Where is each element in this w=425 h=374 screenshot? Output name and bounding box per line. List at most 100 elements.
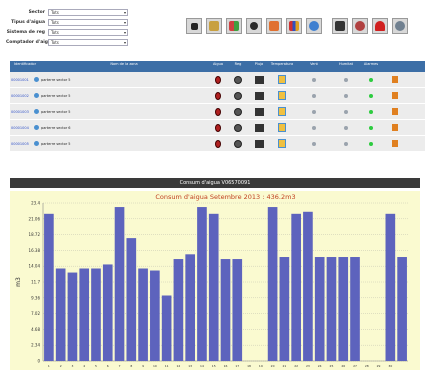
col-header-name[interactable]: Nom de la zona — [40, 61, 208, 72]
col-header-humitat[interactable]: Humitat — [334, 61, 358, 72]
toolbar — [186, 18, 408, 34]
sprinkler-icon[interactable] — [228, 91, 248, 100]
zone-name: parterre sector 5 — [41, 109, 71, 114]
col-header-alarmes[interactable]: Alarmes — [358, 61, 384, 72]
wind-status-dot — [334, 125, 358, 130]
water-type-select[interactable]: Tots ▾ — [48, 19, 128, 26]
zone-name: parterre sector 6 — [41, 125, 71, 130]
x-tick-label: 18 — [247, 364, 251, 368]
bar — [114, 207, 125, 361]
sprinkler-icon[interactable] — [228, 107, 248, 116]
table-row[interactable]: 00001003 parterre sector 5 — [10, 104, 425, 120]
water-drop-icon[interactable] — [208, 75, 228, 84]
col-header-aigua[interactable]: Aigua — [208, 61, 228, 72]
rain-icon[interactable] — [270, 139, 294, 148]
clock-icon — [309, 21, 319, 31]
map-button[interactable] — [226, 18, 242, 34]
water-drop-icon[interactable] — [208, 107, 228, 116]
bar — [220, 259, 231, 361]
bar — [173, 259, 184, 361]
stop-button[interactable] — [186, 18, 202, 34]
gauge-button[interactable] — [352, 18, 368, 34]
col-header-reg[interactable]: Reg — [228, 61, 248, 72]
info-icon[interactable] — [32, 93, 40, 98]
bar — [91, 268, 101, 361]
col-header-vent[interactable]: Vent — [294, 61, 334, 72]
col-header-temperatura[interactable]: Temperatura — [270, 61, 294, 72]
sprinkler-icon[interactable] — [228, 123, 248, 132]
valve-button[interactable] — [246, 18, 262, 34]
screen-button[interactable] — [332, 18, 348, 34]
tap-button[interactable] — [206, 18, 222, 34]
info-icon[interactable] — [32, 125, 40, 130]
sprinkler-icon[interactable] — [228, 139, 248, 148]
col-header-pluja[interactable]: Pluja — [248, 61, 270, 72]
zone-id-link[interactable]: 00001005 — [10, 142, 32, 146]
rain-icon[interactable] — [270, 107, 294, 116]
info-icon[interactable] — [32, 141, 40, 146]
irrigation-system-select[interactable]: Tots ▾ — [48, 29, 128, 36]
zone-id-link[interactable]: 00001002 — [10, 94, 32, 98]
x-tick-label: 11 — [165, 364, 169, 368]
info-icon[interactable] — [32, 109, 40, 114]
zone-id-link[interactable]: 00001001 — [10, 78, 32, 82]
table-row[interactable]: 00001002 parterre sector 5 — [10, 88, 425, 104]
col-header-id[interactable]: Identificador — [10, 61, 40, 72]
table-row[interactable]: 00001005 parterre sector 5 — [10, 136, 425, 152]
sprinkler-icon[interactable] — [228, 75, 248, 84]
alarm-icon[interactable] — [384, 124, 405, 131]
y-tick-label: 2.34 — [31, 343, 40, 348]
sector-select[interactable]: Tots ▾ — [48, 9, 128, 16]
bar — [197, 207, 207, 361]
table-row[interactable]: 00001004 parterre sector 6 — [10, 120, 425, 136]
bar — [126, 238, 137, 361]
bar — [291, 213, 301, 361]
x-tick-label: 27 — [353, 364, 357, 368]
zone-id-link[interactable]: 00001003 — [10, 110, 32, 114]
zone-name: parterre sector 5 — [41, 77, 71, 82]
x-tick-label: 4 — [83, 364, 85, 368]
alarm-icon[interactable] — [384, 92, 405, 99]
water-drop-icon[interactable] — [208, 123, 228, 132]
calendar-button[interactable] — [266, 18, 282, 34]
alarm-icon[interactable] — [384, 108, 405, 115]
zone-id-link[interactable]: 00001004 — [10, 126, 32, 130]
chart-button[interactable] — [286, 18, 302, 34]
bar — [44, 213, 54, 361]
bar — [338, 257, 349, 361]
wind-status-dot — [334, 109, 358, 114]
x-tick-label: 7 — [119, 364, 121, 368]
info-icon[interactable] — [32, 77, 40, 82]
table-row[interactable]: 00001001 parterre sector 5 — [10, 72, 425, 88]
valve-icon[interactable] — [248, 91, 270, 100]
rain-icon[interactable] — [270, 75, 294, 84]
valve-icon[interactable] — [248, 139, 270, 148]
rain-icon[interactable] — [270, 91, 294, 100]
x-tick-label: 2 — [60, 364, 62, 368]
valve-icon[interactable] — [248, 123, 270, 132]
y-tick-label: 14.04 — [29, 264, 41, 269]
rain-icon[interactable] — [270, 123, 294, 132]
valve-icon[interactable] — [248, 75, 270, 84]
y-tick-label: 18.72 — [29, 232, 41, 237]
y-tick-label: 4.68 — [31, 327, 40, 332]
alarm-icon[interactable] — [384, 140, 405, 147]
clock-button[interactable] — [306, 18, 322, 34]
x-tick-label: 3 — [71, 364, 73, 368]
settings-button[interactable] — [392, 18, 408, 34]
bar — [79, 268, 90, 361]
bar — [326, 257, 337, 361]
chevron-down-icon: ▾ — [123, 10, 126, 15]
x-tick-label: 21 — [282, 364, 286, 368]
water-meter-select[interactable]: Tots ▾ — [48, 39, 128, 46]
water-drop-icon[interactable] — [208, 139, 228, 148]
zones-table: Identificador Nom de la zona Aigua Reg P… — [10, 61, 425, 152]
heart-button[interactable] — [372, 18, 388, 34]
valve-icon[interactable] — [248, 107, 270, 116]
bar — [314, 257, 325, 361]
calendar-icon — [269, 21, 279, 31]
water-drop-icon[interactable] — [208, 91, 228, 100]
alarm-icon[interactable] — [384, 76, 405, 83]
filter-label: Sistema de reg — [6, 30, 45, 35]
x-tick-label: 25 — [330, 364, 334, 368]
